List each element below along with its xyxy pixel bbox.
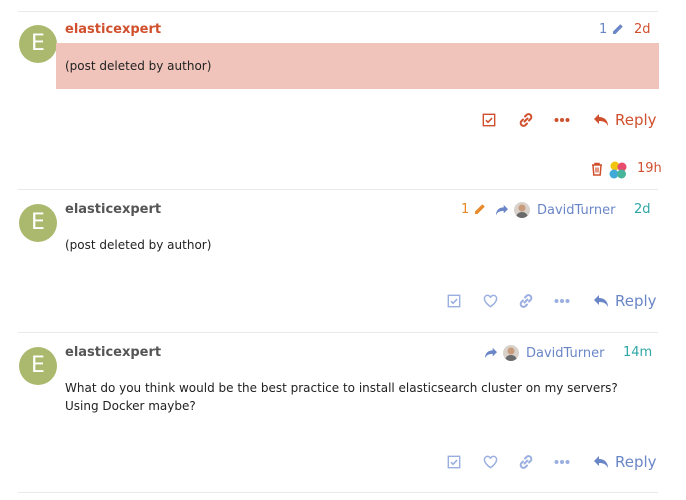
avatar-letter: E	[31, 353, 45, 378]
reply-label: Reply	[615, 453, 657, 471]
ellipsis-icon	[554, 117, 570, 123]
avatar[interactable]: E	[19, 25, 57, 63]
link-icon	[518, 293, 534, 309]
avatar[interactable]: E	[19, 204, 57, 242]
edit-history-button[interactable]: 1	[599, 22, 624, 37]
link-icon	[518, 454, 534, 470]
post-body: What do you think would be the best prac…	[65, 379, 645, 415]
checkbox-icon	[447, 455, 461, 469]
post-body-line: What do you think would be the best prac…	[65, 381, 618, 395]
copy-link-button[interactable]	[516, 292, 536, 310]
post-time[interactable]: 14m	[623, 345, 652, 360]
avatar[interactable]: E	[19, 347, 57, 385]
reply-to-tab[interactable]: DavidTurner	[484, 345, 604, 361]
post-divider	[18, 492, 658, 493]
reply-to-arrow-icon	[485, 347, 497, 359]
ellipsis-icon	[554, 298, 570, 304]
username[interactable]: elasticexpert	[65, 22, 161, 37]
post-body-line: Using Docker maybe?	[65, 399, 196, 413]
reply-label: Reply	[615, 111, 657, 129]
username[interactable]: elasticexpert	[65, 345, 161, 360]
heart-icon	[483, 294, 498, 308]
deleted-time[interactable]: 19h	[637, 161, 662, 176]
avatar-letter: E	[31, 31, 45, 56]
reply-button[interactable]: Reply	[593, 111, 657, 129]
edit-count: 1	[599, 22, 608, 37]
post-body: (post deleted by author)	[65, 238, 212, 252]
trash-icon	[590, 161, 604, 177]
like-button[interactable]	[480, 292, 500, 310]
pencil-icon	[611, 23, 624, 36]
reply-arrow-icon	[594, 114, 608, 126]
pencil-icon	[473, 203, 486, 216]
post-time[interactable]: 2d	[634, 22, 651, 37]
post-body: (post deleted by author)	[65, 59, 212, 73]
post-divider	[18, 189, 658, 190]
edit-history-button[interactable]: 1	[461, 202, 486, 217]
copy-link-button[interactable]	[516, 111, 536, 129]
reply-label: Reply	[615, 292, 657, 310]
more-actions-button[interactable]	[552, 453, 572, 471]
select-checkbox-button[interactable]	[445, 292, 463, 310]
reply-to-avatar	[503, 345, 519, 361]
deleter-avatar[interactable]	[608, 160, 628, 180]
heart-icon	[483, 455, 498, 469]
select-checkbox-button[interactable]	[445, 453, 463, 471]
post-time[interactable]: 2d	[634, 202, 651, 217]
edit-count: 1	[461, 202, 470, 217]
select-checkbox-button[interactable]	[480, 111, 498, 129]
username[interactable]: elasticexpert	[65, 202, 161, 217]
reply-button[interactable]: Reply	[593, 453, 657, 471]
reply-to-tab[interactable]: DavidTurner	[495, 202, 615, 218]
link-icon	[518, 112, 534, 128]
post-divider	[18, 332, 658, 333]
reply-to-username: DavidTurner	[537, 202, 616, 218]
ellipsis-icon	[554, 459, 570, 465]
reply-button[interactable]: Reply	[593, 292, 657, 310]
copy-link-button[interactable]	[516, 453, 536, 471]
reply-to-username: DavidTurner	[526, 345, 605, 361]
avatar-letter: E	[31, 210, 45, 235]
checkbox-icon	[482, 113, 496, 127]
more-actions-button[interactable]	[552, 292, 572, 310]
checkbox-icon	[447, 294, 461, 308]
reply-arrow-icon	[594, 295, 608, 307]
more-actions-button[interactable]	[552, 111, 572, 129]
like-button[interactable]	[480, 453, 500, 471]
post-divider	[18, 11, 658, 12]
reply-arrow-icon	[594, 456, 608, 468]
reply-to-arrow-icon	[496, 204, 508, 216]
reply-to-avatar	[514, 202, 530, 218]
